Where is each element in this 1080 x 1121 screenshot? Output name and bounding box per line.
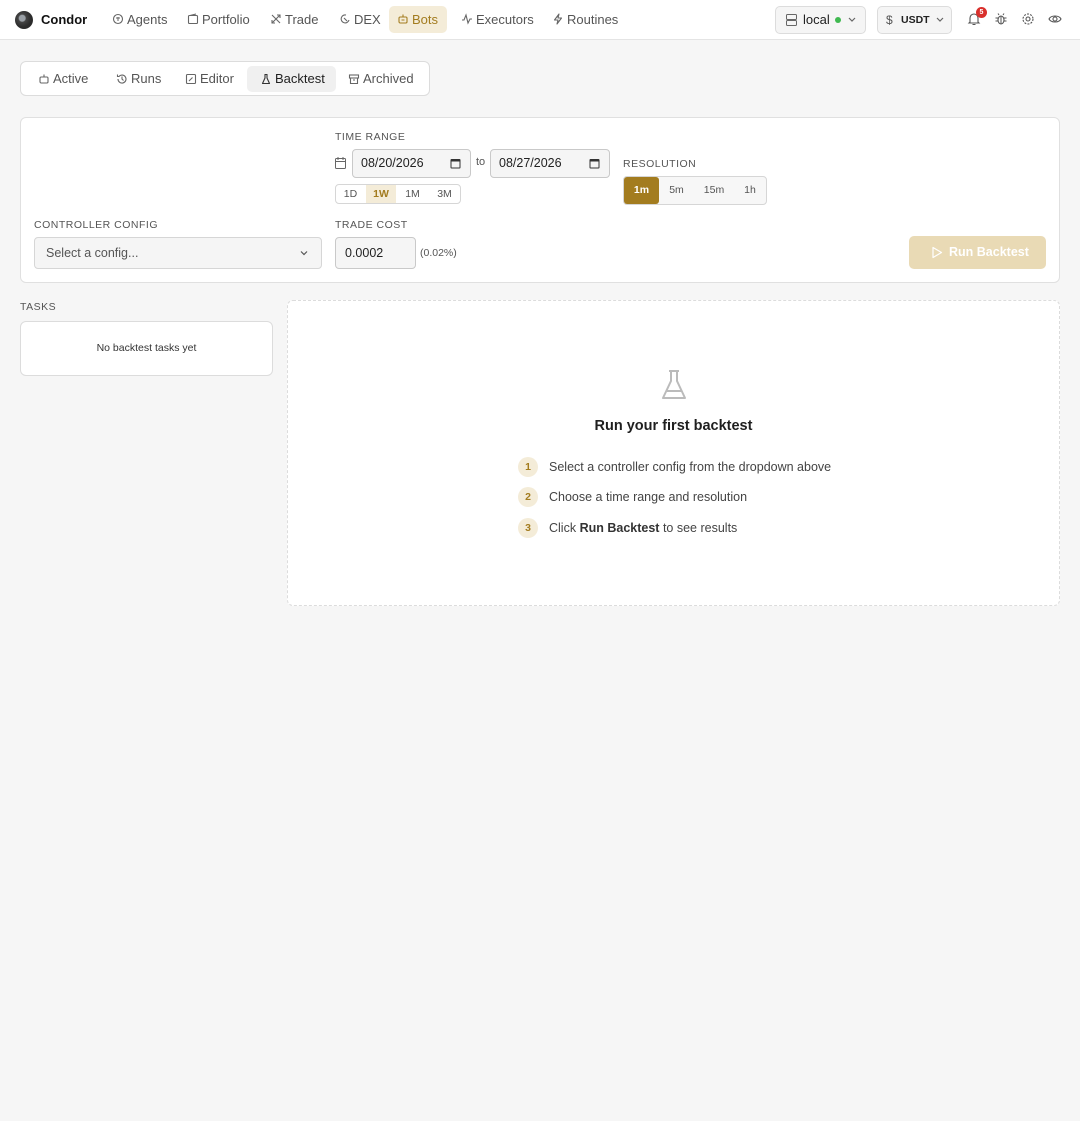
resolution-1m[interactable]: 1m [624,177,659,204]
step-number: 2 [518,487,538,507]
nav-item-executors[interactable]: Executors [453,6,543,33]
end-date-value: 08/27/2026 [499,156,562,170]
calendar-icon [335,157,346,169]
eye-icon[interactable] [1048,12,1062,26]
top-nav: Condor Agents Portfolio Trade DEX Bots E… [0,0,1080,40]
resolution-5m[interactable]: 5m [659,177,694,204]
nav-item-label: DEX [354,12,381,27]
preset-1w[interactable]: 1W [366,185,396,203]
routines-icon [553,13,563,25]
resolution-selector: 1m 5m 15m 1h [623,176,767,205]
tab-editor[interactable]: Editor [172,66,244,92]
tab-active[interactable]: Active [25,66,103,92]
time-range-label: TIME RANGE [335,131,406,143]
tab-backtest[interactable]: Backtest [247,66,336,92]
tasks-list: No backtest tasks yet [20,321,273,376]
step-number: 1 [518,457,538,477]
trade-cost-input[interactable]: 0.0002 [335,237,416,269]
history-icon [116,74,127,84]
tab-label: Backtest [275,71,325,86]
play-icon [932,246,943,259]
trade-cost-percent: (0.02%) [420,247,457,259]
preset-1d[interactable]: 1D [336,185,365,203]
controller-config-label: CONTROLLER CONFIG [34,219,159,231]
backtest-results-empty-state [287,300,1060,606]
currency-selector[interactable]: $ USDT [877,6,952,34]
nav-item-label: Bots [412,12,439,27]
end-date-input[interactable]: 08/27/2026 [490,149,610,178]
agents-icon [112,13,124,25]
step-text-post: to see results [662,521,738,535]
bot-icon [39,74,49,84]
calendar-picker-icon[interactable] [450,158,461,169]
to-label: to [476,156,486,168]
controller-config-select[interactable]: Select a config... [34,237,322,269]
server-icon [786,14,797,26]
step-number: 3 [518,518,538,538]
calendar-picker-icon[interactable] [589,158,600,169]
start-date-value: 08/20/2026 [361,156,424,170]
chevron-down-icon [936,17,944,22]
preset-3m[interactable]: 3M [429,185,460,203]
dex-icon [340,14,350,24]
executors-icon [462,13,472,25]
tab-label: Active [53,71,89,86]
trade-cost-value: 0.0002 [345,246,384,260]
archive-icon [348,74,360,85]
resolution-1h[interactable]: 1h [734,177,766,204]
server-label: local [803,12,830,27]
nav-item-label: Routines [567,12,619,27]
bots-tabs: Active Runs Editor Backtest Archived [20,61,430,96]
run-backtest-button[interactable]: Run Backtest [909,236,1046,269]
portfolio-icon [187,13,199,25]
nav-item-agents[interactable]: Agents [104,6,176,33]
nav-item-routines[interactable]: Routines [544,6,627,33]
controller-config-placeholder: Select a config... [46,246,139,260]
resolution-label: RESOLUTION [623,158,697,170]
nav-item-trade[interactable]: Trade [262,6,327,33]
bug-icon[interactable] [994,12,1008,26]
chevron-down-icon [300,251,308,256]
nav-item-bots[interactable]: Bots [389,6,448,33]
flask-icon [662,370,686,399]
step-text: Click Run Backtest to see results [549,521,737,535]
tasks-label: TASKS [20,301,57,313]
empty-state-title: Run your first backtest [594,418,753,434]
nav-item-dex[interactable]: DEX [331,6,390,33]
tab-label: Editor [200,71,234,86]
run-backtest-label: Run Backtest [949,245,1029,259]
flask-icon [261,73,271,85]
notification-badge: 5 [976,7,987,18]
step-text-pre: Click [549,521,577,535]
preset-1m[interactable]: 1M [397,185,428,203]
gear-icon[interactable] [1021,12,1035,26]
step-text-bold: Run Backtest [579,521,660,535]
trade-icon [271,14,281,24]
tab-label: Runs [131,71,162,86]
server-selector[interactable]: local [775,6,866,34]
condor-logo-icon[interactable] [15,11,33,29]
server-status-dot [835,17,841,23]
bots-icon [398,14,408,24]
tasks-empty-text: No backtest tasks yet [96,342,197,354]
start-date-input[interactable]: 08/20/2026 [352,149,471,178]
tab-archived[interactable]: Archived [335,66,422,92]
nav-item-label: Executors [476,12,534,27]
resolution-15m[interactable]: 15m [694,177,734,204]
editor-icon [185,73,197,85]
tab-label: Archived [363,71,414,86]
chevron-down-icon [848,17,856,22]
nav-item-portfolio[interactable]: Portfolio [179,6,259,33]
nav-item-label: Agents [127,12,168,27]
nav-item-label: Portfolio [202,12,250,27]
currency-label: USDT [901,14,930,26]
step-text: Choose a time range and resolution [549,490,748,504]
dollar-icon: $ [886,13,893,27]
step-text: Select a controller config from the drop… [549,460,832,474]
brand-name[interactable]: Condor [41,12,87,27]
nav-item-label: Trade [285,12,319,27]
trade-cost-label: TRADE COST [335,219,408,231]
tab-runs[interactable]: Runs [103,66,171,92]
time-range-presets: 1D 1W 1M 3M [335,184,461,204]
